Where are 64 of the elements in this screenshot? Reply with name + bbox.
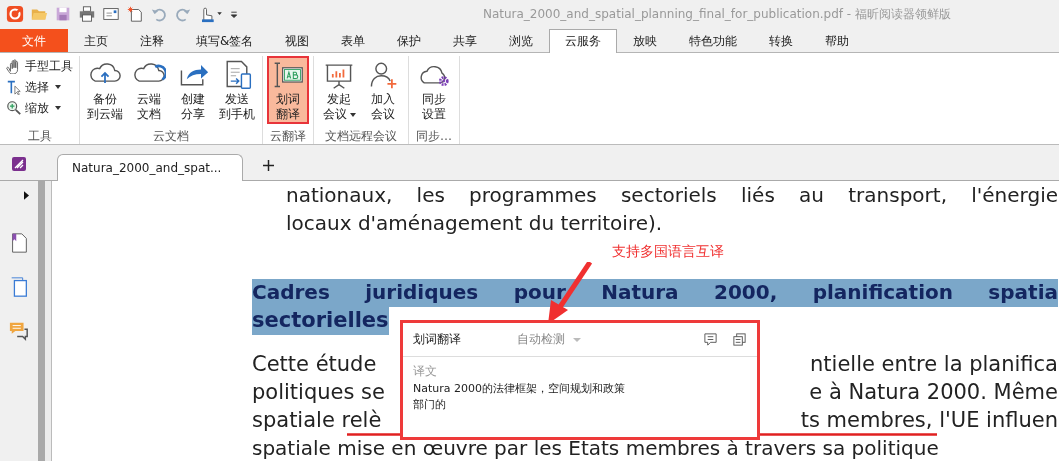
menu-tab[interactable]: 保护 (381, 29, 438, 52)
group-label: 同步… (416, 128, 452, 144)
body-text: spatiale mise en œuvre par les États membres à travers sa politique (252, 436, 939, 460)
ribbon-button[interactable]: 同步 设置 (413, 56, 455, 124)
group-label: 工具 (27, 128, 52, 144)
menu-tab[interactable]: 表单 (325, 29, 382, 52)
section-heading: Cadres juridiques pour Natura 2000, planification spatia (252, 279, 1058, 307)
body-text: ntielle entre la planifica (810, 352, 1058, 376)
menu-tab[interactable]: 主页 (68, 29, 124, 52)
text-cursor-icon (6, 79, 22, 95)
copy-icon[interactable] (732, 332, 747, 347)
ribbon-button[interactable]: 创建 分享 (172, 56, 214, 124)
ribbon-button[interactable]: 发送 到手机 (216, 56, 258, 124)
expand-arrow-icon[interactable] (23, 191, 29, 200)
translation-text: Natura 2000的法律框架，空间规划和政策 (413, 381, 625, 397)
menu-tab[interactable]: 浏览 (493, 29, 550, 52)
body-text: nationaux, les programmes sectoriels liés au transport, l'énergie (286, 183, 1058, 207)
body-text: ts membres, l'UE influen (800, 408, 1058, 432)
group-label: 云翻译 (270, 128, 306, 144)
new-document-icon[interactable] (126, 5, 144, 23)
comment-icon[interactable] (703, 332, 718, 347)
pages-icon[interactable] (9, 276, 29, 298)
ribbon-button[interactable]: 划词 翻译 (267, 56, 309, 124)
menu-tab[interactable]: 放映 (617, 29, 674, 52)
body-text: spatiale relè (252, 408, 382, 432)
body-text: politiques se (252, 380, 385, 404)
ribbon-button[interactable]: 缩放 (4, 98, 63, 118)
menu-tab[interactable]: 注释 (124, 29, 180, 52)
translation-text: 部门的 (413, 397, 446, 413)
body-text: Cette étude (252, 352, 377, 376)
zoom-icon (6, 100, 22, 116)
ribbon-button[interactable]: 加入 会议 (362, 56, 404, 124)
group-label: 文档远程会议 (325, 128, 397, 144)
email-icon[interactable] (102, 5, 120, 23)
menu-tab[interactable]: 填写&签名 (180, 29, 270, 52)
ribbon-button[interactable]: 备份 到云端 (84, 56, 126, 124)
group-label: 云文档 (153, 128, 189, 144)
menu-tab[interactable]: 云服务 (549, 29, 618, 53)
ribbon-button[interactable]: 云端 文档 (128, 56, 170, 124)
callout-text: 支持多国语言互译 (612, 243, 724, 261)
menu-tab[interactable]: 帮助 (809, 29, 866, 52)
section-heading: sectorielles (252, 307, 389, 335)
menu-tab[interactable]: 特色功能 (673, 29, 754, 52)
body-text: locaux d'aménagement du territoire). (286, 211, 663, 235)
bookmark-page-icon[interactable] (9, 232, 29, 254)
language-dropdown[interactable]: 自动检测 (517, 331, 581, 348)
result-label: 译文 (413, 363, 437, 379)
menu-tab[interactable]: 视图 (269, 29, 326, 52)
save-icon[interactable] (54, 5, 72, 23)
menu-tab[interactable]: 转换 (753, 29, 810, 52)
app-logo-icon[interactable] (6, 5, 24, 23)
add-tab-icon[interactable] (263, 160, 274, 171)
ribbon-button[interactable]: 发起 会议 (318, 56, 360, 124)
document-tab-title: Natura_2000_and_spat... (72, 161, 222, 175)
document-tab[interactable]: Natura_2000_and_spat... (57, 154, 243, 181)
menu-tab[interactable]: 共享 (437, 29, 494, 52)
ribbon-button[interactable]: 选择 (4, 77, 63, 97)
pen-logo-icon (11, 156, 27, 172)
body-text: e à Natura 2000. Même (809, 380, 1058, 404)
comments-icon[interactable] (9, 320, 29, 342)
popup-title: 划词翻译 (413, 331, 462, 348)
print-icon[interactable] (78, 5, 96, 23)
window-title: Natura_2000_and_spatial_planning_final_for_publication.pdf - 福昕阅读器领鲜版 (482, 5, 951, 23)
ribbon-button[interactable]: 手型工具 (4, 56, 75, 76)
